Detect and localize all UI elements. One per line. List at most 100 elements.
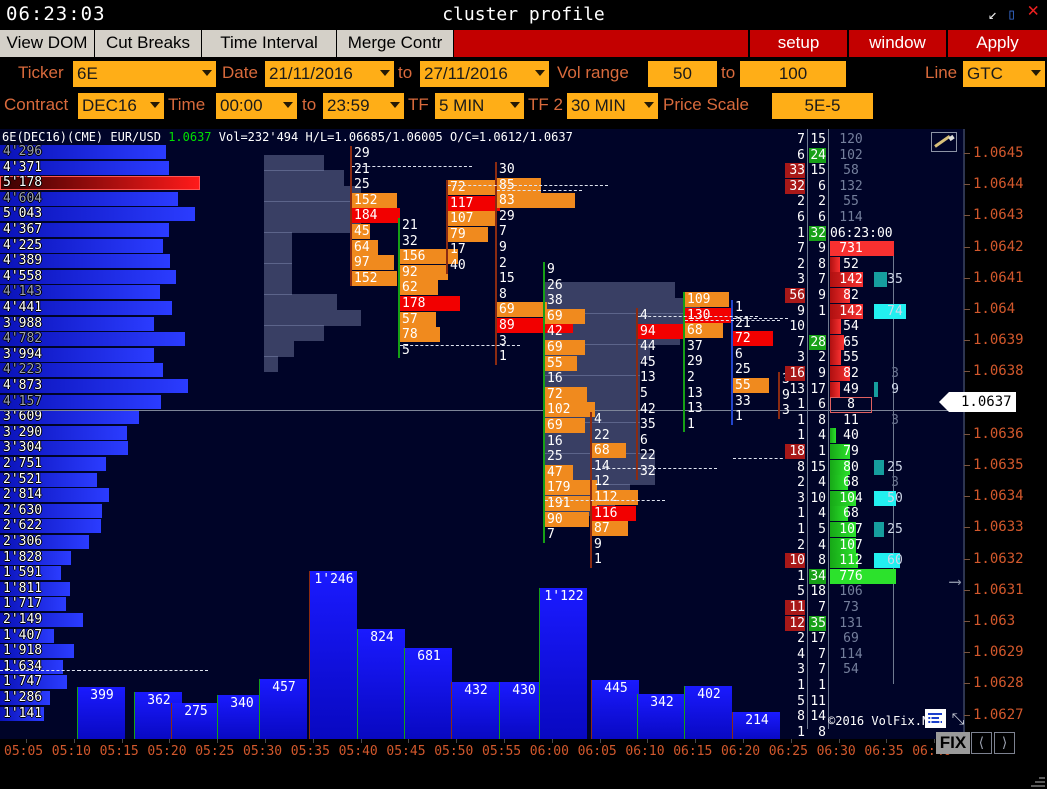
cluster-cell[interactable]: 191	[545, 496, 597, 511]
cluster-cell[interactable]: 109	[685, 292, 729, 307]
price-axis[interactable]: 1.0645 1.0644 1.0643 1.0642 1.0641 1.064 1.063…	[939, 129, 1047, 739]
cluster-cell[interactable]: 25	[733, 362, 751, 377]
cluster-cell[interactable]: 9	[545, 262, 555, 277]
cluster-cell[interactable]: 12	[592, 474, 610, 489]
vol-from-input[interactable]: 50	[648, 61, 717, 87]
time-volume-bar[interactable]: 342	[638, 694, 685, 739]
cluster-cell[interactable]: 14	[592, 459, 610, 474]
cluster-cell[interactable]: 16	[545, 434, 563, 449]
time-volume-bar[interactable]: 432	[452, 682, 499, 739]
pencil-icon[interactable]	[931, 132, 957, 152]
expand-icon[interactable]: ⤡	[948, 709, 968, 728]
time-volume-bar[interactable]: 275	[172, 703, 219, 739]
time-axis[interactable]: 05:05 05:10 05:15 05:20 05:25 05:30 05:35 05:40…	[0, 739, 1047, 789]
cluster-cell[interactable]: 22	[592, 428, 610, 443]
time-volume-bar[interactable]: 340	[218, 695, 265, 739]
time-volume-bar[interactable]: 1'122	[540, 588, 587, 739]
cluster-cell[interactable]: 6	[638, 433, 648, 448]
chevron-down-icon[interactable]	[1031, 70, 1041, 76]
chevron-down-icon[interactable]	[644, 102, 654, 108]
cluster-cell[interactable]: 1	[592, 552, 602, 567]
cluster-cell[interactable]: 92	[400, 264, 448, 280]
time-volume-bar[interactable]: 214	[733, 712, 780, 739]
cluster-cell[interactable]: 72	[733, 331, 773, 347]
menu-item-setup[interactable]: setup	[748, 30, 847, 57]
minimize-icon[interactable]: ↙	[988, 7, 997, 22]
price-scale-input[interactable]: 5E-5	[772, 93, 873, 119]
cluster-cell[interactable]: 152	[352, 192, 397, 208]
cluster-cell[interactable]: 69	[545, 308, 585, 324]
menu-item-merge-contr[interactable]: Merge Contr	[337, 30, 454, 57]
cluster-cell[interactable]: 29	[352, 146, 370, 161]
cluster-cell[interactable]: 2	[497, 256, 507, 271]
cluster-cell[interactable]: 179	[545, 480, 597, 496]
chevron-down-icon[interactable]	[283, 102, 293, 108]
cluster-cell[interactable]: 68	[592, 443, 626, 459]
contract-select[interactable]: DEC16	[78, 93, 164, 119]
cluster-cell[interactable]: 13	[685, 401, 703, 416]
cluster-cell[interactable]: 1	[497, 349, 507, 364]
cluster-cell[interactable]: 69	[497, 302, 547, 318]
cluster-cell[interactable]: 57	[400, 311, 436, 327]
cluster-cell[interactable]: 16	[545, 371, 563, 386]
cluster-cell[interactable]: 22	[638, 448, 656, 463]
maximize-icon[interactable]: ▯	[1007, 7, 1016, 22]
cluster-cell[interactable]: 13	[685, 386, 703, 401]
time-to-select[interactable]: 23:59	[323, 93, 404, 119]
cluster-cell[interactable]: 42	[638, 402, 656, 417]
cluster-cell[interactable]: 32	[638, 464, 656, 479]
cluster-cell[interactable]: 1	[685, 417, 695, 432]
time-volume-bar[interactable]: 399	[78, 687, 125, 739]
cluster-cell[interactable]: 72	[545, 386, 587, 402]
chevron-down-icon[interactable]	[390, 102, 400, 108]
vol-to-input[interactable]: 100	[740, 61, 846, 87]
fix-button[interactable]: FIX	[936, 732, 970, 754]
cluster-cell[interactable]: 13	[638, 370, 656, 385]
resize-grip[interactable]	[1029, 771, 1045, 787]
cluster-cell[interactable]: 94	[638, 323, 684, 339]
cluster-cell[interactable]: 17	[448, 242, 466, 257]
cluster-cell[interactable]: 1	[733, 409, 743, 424]
cluster-cell[interactable]: 6	[733, 347, 743, 362]
cluster-cell[interactable]: 25	[352, 177, 370, 192]
cluster-cell[interactable]: 116	[592, 505, 636, 521]
time-volume-bar[interactable]: 445	[592, 680, 639, 739]
line-select[interactable]: GTC	[963, 61, 1045, 87]
cluster-cell[interactable]: 72	[448, 180, 498, 195]
scroll-right-arrow-icon[interactable]: ⟶	[950, 572, 960, 592]
cluster-cell[interactable]: 184	[352, 208, 400, 224]
cluster-cell[interactable]: 33	[733, 394, 751, 409]
date-to-select[interactable]: 27/11/2016	[420, 61, 549, 87]
cluster-cell[interactable]: 32	[400, 234, 418, 249]
cluster-cell[interactable]: 97	[352, 255, 394, 271]
cluster-cell[interactable]: 112	[592, 490, 638, 505]
dom-ladder-panel[interactable]: 7 15 120 6 24 102 33 15 58 32 6 132 2 2 55 6 6 114 1 32 06:2…	[785, 129, 963, 740]
chevron-down-icon[interactable]	[380, 70, 390, 76]
cluster-cell[interactable]: 4	[592, 412, 602, 427]
cluster-cell[interactable]: 42	[545, 324, 563, 339]
time-volume-bar[interactable]: 1'246	[310, 571, 357, 739]
cluster-cell[interactable]: 9	[497, 240, 507, 255]
cluster-cell[interactable]: 69	[545, 418, 585, 433]
cluster-cell[interactable]: 26	[545, 278, 563, 293]
cluster-cell[interactable]: 152	[352, 270, 397, 286]
cluster-cell[interactable]: 83	[497, 193, 575, 209]
menu-item-time-interval[interactable]: Time Interval	[202, 30, 337, 57]
menu-item-view-dom[interactable]: View DOM	[0, 30, 95, 57]
cluster-cell[interactable]: 45	[352, 224, 370, 239]
cluster-cell[interactable]: 3	[497, 334, 507, 349]
cluster-cell[interactable]: 90	[545, 511, 589, 527]
menu-item-window[interactable]: window	[847, 30, 946, 57]
time-volume-bar[interactable]: 457	[260, 679, 307, 739]
cluster-cell[interactable]: 1	[733, 300, 743, 315]
cluster-cell[interactable]: 102	[545, 402, 595, 418]
cluster-cell[interactable]: 44	[638, 339, 656, 354]
cluster-cell[interactable]: 62	[400, 280, 438, 296]
time-volume-bar[interactable]: 824	[358, 629, 405, 739]
cluster-cell[interactable]: 40	[448, 258, 466, 273]
cluster-cell[interactable]: 55	[545, 355, 577, 371]
scroll-next-button[interactable]: ⟩	[994, 732, 1015, 754]
chevron-down-icon[interactable]	[510, 102, 520, 108]
cluster-cell[interactable]: 64	[352, 239, 378, 255]
cluster-cell[interactable]: 55	[733, 378, 769, 393]
